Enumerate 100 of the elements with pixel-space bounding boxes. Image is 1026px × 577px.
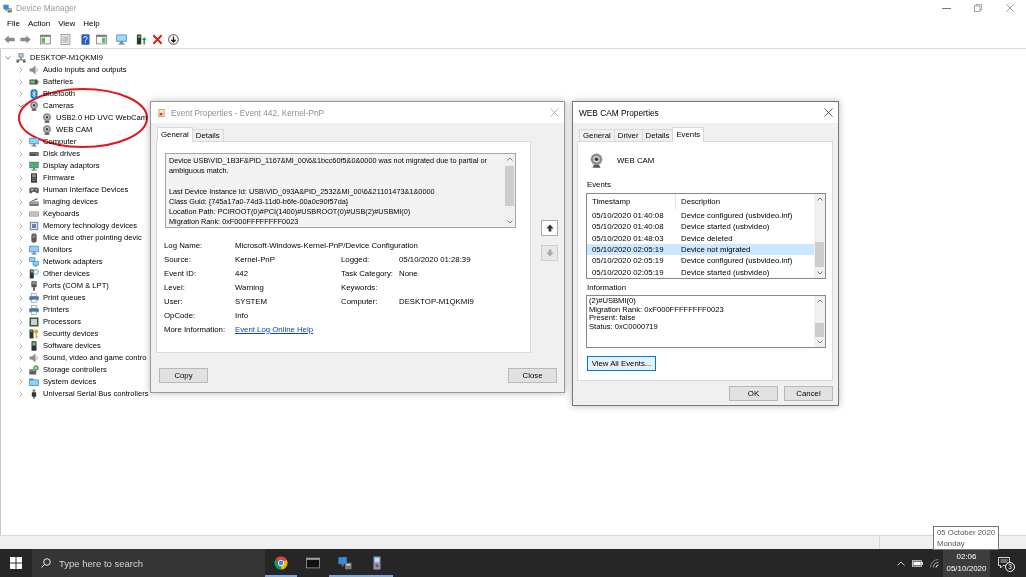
chevron-right-icon[interactable] [19, 199, 23, 205]
menu-item[interactable]: View [54, 16, 80, 31]
battery-icon [29, 77, 39, 87]
folder-icon [29, 377, 39, 387]
toolbar-button[interactable] [165, 31, 181, 48]
chevron-up-icon [897, 560, 905, 566]
scrollbar-thumb[interactable] [815, 323, 824, 337]
chevron-right-icon[interactable] [19, 175, 23, 181]
up-arrow-button[interactable] [541, 220, 558, 236]
bluetooth-icon [29, 89, 39, 99]
battery-icon [911, 559, 923, 567]
monitor-icon [29, 137, 39, 147]
chevron-right-icon[interactable] [19, 331, 23, 337]
chevron-right-icon[interactable] [19, 79, 23, 85]
printer-icon [29, 305, 39, 315]
scrollbar[interactable] [814, 296, 825, 347]
search-icon [41, 558, 51, 568]
restore-icon [974, 4, 982, 12]
scrollbar[interactable] [814, 194, 825, 278]
device-icon [29, 341, 39, 351]
circuit-board-icon [29, 173, 39, 183]
window-icon [95, 34, 107, 45]
help-icon [79, 34, 91, 45]
chevron-right-icon[interactable] [19, 367, 23, 373]
chevron-right-icon[interactable] [19, 319, 23, 325]
close-icon [1006, 4, 1014, 12]
dialog-title: Event Properties - Event 442, Kernel-PnP [171, 107, 325, 118]
monitor-icon [115, 34, 127, 45]
back-icon [3, 34, 15, 45]
chevron-right-icon[interactable] [19, 139, 23, 145]
forward-icon [19, 34, 31, 45]
up-arrow-icon [545, 224, 554, 232]
chevron-right-icon[interactable] [19, 271, 23, 277]
search-field[interactable]: Type here to search [32, 549, 265, 577]
chevron-right-icon[interactable] [19, 259, 23, 265]
chevron-right-icon[interactable] [19, 67, 23, 73]
window-title: Device Manager [16, 3, 77, 13]
monitor-icon [29, 245, 39, 255]
network-icon [29, 257, 39, 267]
chevron-right-icon[interactable] [19, 355, 23, 361]
start-icon [10, 557, 22, 569]
mouse-icon [29, 233, 39, 243]
chevron-right-icon[interactable] [19, 307, 23, 313]
scanner-icon [29, 197, 39, 207]
terminal-icon [306, 556, 320, 570]
menu-item[interactable]: Help [79, 16, 104, 31]
device-arrow-icon [135, 34, 147, 45]
webcam-icon [42, 113, 52, 123]
speaker-icon [29, 353, 39, 363]
chevron-right-icon[interactable] [19, 235, 23, 241]
close-icon [549, 108, 559, 117]
chip-icon [29, 317, 39, 327]
down-arrow-circle-icon [167, 34, 179, 45]
chevron-right-icon[interactable] [19, 247, 23, 253]
computer-icon [16, 53, 26, 63]
notebook-icon [157, 107, 166, 118]
chevron-right-icon[interactable] [19, 151, 23, 157]
down-arrow-icon [545, 249, 554, 257]
gamepad-icon [29, 185, 39, 195]
menu-item[interactable]: Action [23, 16, 55, 31]
close-icon [823, 108, 833, 117]
keyboard-icon [29, 209, 39, 219]
chevron-right-icon[interactable] [19, 343, 23, 349]
pane-icon [39, 34, 51, 45]
webcam-icon [42, 125, 52, 135]
browser-icon [274, 556, 288, 570]
webcam-icon [29, 101, 39, 111]
key-icon [29, 329, 39, 339]
chevron-right-icon[interactable] [19, 163, 23, 169]
webcam-icon [589, 153, 604, 168]
memory-card-icon [29, 221, 39, 231]
chevron-right-icon[interactable] [19, 283, 23, 289]
chevron-right-icon[interactable] [19, 295, 23, 301]
dialog-title: WEB CAM Properties [579, 107, 659, 118]
chevron-down-icon[interactable] [18, 104, 24, 108]
cross-icon [151, 34, 163, 45]
clock-button[interactable]: 02:06 05/10/2020 [943, 549, 990, 577]
chevron-down-icon[interactable] [5, 56, 11, 60]
device-with-badge-icon [29, 269, 39, 279]
computer-printer-icon [338, 556, 352, 570]
scrollbar-thumb[interactable] [505, 166, 514, 206]
wifi-icon [929, 558, 939, 568]
printer-icon [29, 293, 39, 303]
storage-icon [29, 365, 39, 375]
plug-icon [29, 281, 39, 291]
drive-icon [29, 149, 39, 159]
display-icon [29, 161, 39, 171]
chevron-right-icon[interactable] [19, 379, 23, 385]
menu-item[interactable]: File [3, 16, 24, 31]
usb-plug-icon [29, 389, 39, 399]
chevron-right-icon[interactable] [19, 187, 23, 193]
computer-printer-icon [3, 3, 12, 13]
notification-icon [998, 557, 1010, 569]
scrollbar-thumb[interactable] [815, 242, 824, 267]
chevron-right-icon[interactable] [19, 391, 23, 397]
document-icon [59, 34, 71, 45]
chevron-right-icon[interactable] [19, 91, 23, 97]
chevron-right-icon[interactable] [19, 223, 23, 229]
minimize-icon [941, 7, 951, 9]
chevron-right-icon[interactable] [19, 211, 23, 217]
